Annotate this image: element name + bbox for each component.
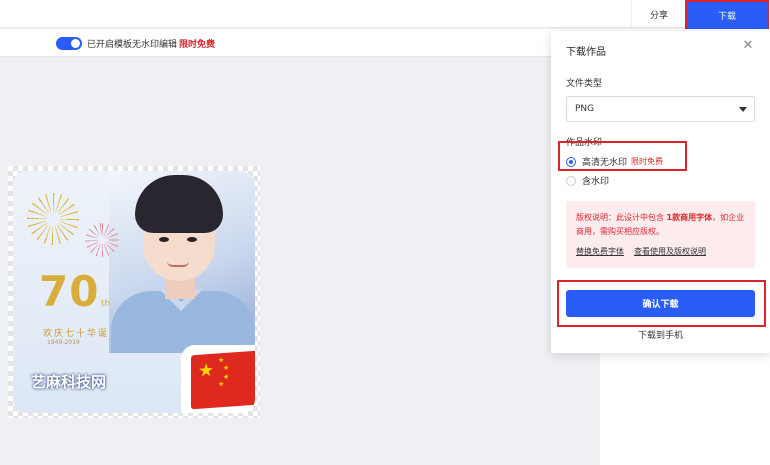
big-star-icon: ★ [198,359,215,382]
notice-prefix: 版权说明：此设计中包含 [576,213,667,222]
panel-title: 下载作品 [566,47,606,58]
confirm-download-button[interactable]: 确认下载 [566,290,755,317]
notice-bold: 1款商用字体 [666,213,713,222]
portrait-photo [109,171,255,353]
download-to-phone-link[interactable]: 下载到手机 [551,328,770,341]
small-star-icon: ★ [218,379,225,389]
replace-font-link[interactable]: 替换免费字体 [576,246,624,257]
toggle-label-text: 已开启模板无水印编辑 [87,40,178,50]
option-label: 高清无水印 [582,158,628,168]
notice-text: 版权说明：此设计中包含 1款商用字体，如企业商用，需购买相应版权。 [576,211,748,239]
flag-sticker: ★ ★ ★ ★ ★ [181,345,255,413]
hair-shape [135,175,223,233]
download-panel: 下载作品 ✕ 文件类型 PNG 作品水印 高清无水印 限时免费 含水印 版权说明… [551,31,770,353]
mouth-shape [167,261,189,267]
close-icon[interactable]: ✕ [741,39,755,53]
free-tag: 限时免费 [631,157,664,166]
copyright-notice: 版权说明：此设计中包含 1款商用字体，如企业商用，需购买相应版权。 替换免费字体… [566,201,755,268]
toggle-label: 已开启模板无水印编辑 限时免费 [87,37,215,50]
option-with-watermark[interactable]: 含水印 [566,174,609,187]
file-type-select[interactable]: PNG [566,96,755,122]
pink-firework-icon [85,223,119,257]
copyright-info-link[interactable]: 查看使用及版权说明 [634,246,706,257]
anniversary-number: 70 [39,267,100,316]
poster-image: 70 th 欢庆七十华诞 1949-2019 艺麻科技网 ★ ★ ★ ★ ★ [13,171,255,413]
option-label: 含水印 [582,177,610,187]
option-no-watermark[interactable]: 高清无水印 限时免费 [566,155,663,168]
china-flag-icon: ★ ★ ★ ★ ★ [191,350,255,410]
eye-shape [187,237,197,242]
watermark-toggle-bar: 已开启模板无水印编辑 限时免费 [0,29,600,57]
top-bar: 分享 下载 [0,0,770,31]
radio-unselected-icon[interactable] [566,175,576,186]
anniversary-suffix: th [101,299,111,309]
caret-down-icon [739,107,747,112]
watermark-text: 艺麻科技网 [31,373,107,391]
years-text: 1949-2019 [47,339,80,346]
file-type-value: PNG [575,104,595,114]
celebrate-text: 欢庆七十华诞 [43,329,110,339]
eye-shape [159,237,169,242]
radio-selected-icon[interactable] [566,156,576,167]
gold-firework-icon [27,193,79,245]
small-star-icon: ★ [223,363,230,373]
design-canvas[interactable]: 70 th 欢庆七十华诞 1949-2019 艺麻科技网 ★ ★ ★ ★ ★ [8,166,260,418]
download-button[interactable]: 下载 [685,0,769,31]
file-type-label: 文件类型 [566,79,603,89]
limited-free-label: 限时免费 [179,40,216,50]
no-watermark-toggle[interactable] [56,37,82,50]
share-button[interactable]: 分享 [631,0,686,28]
